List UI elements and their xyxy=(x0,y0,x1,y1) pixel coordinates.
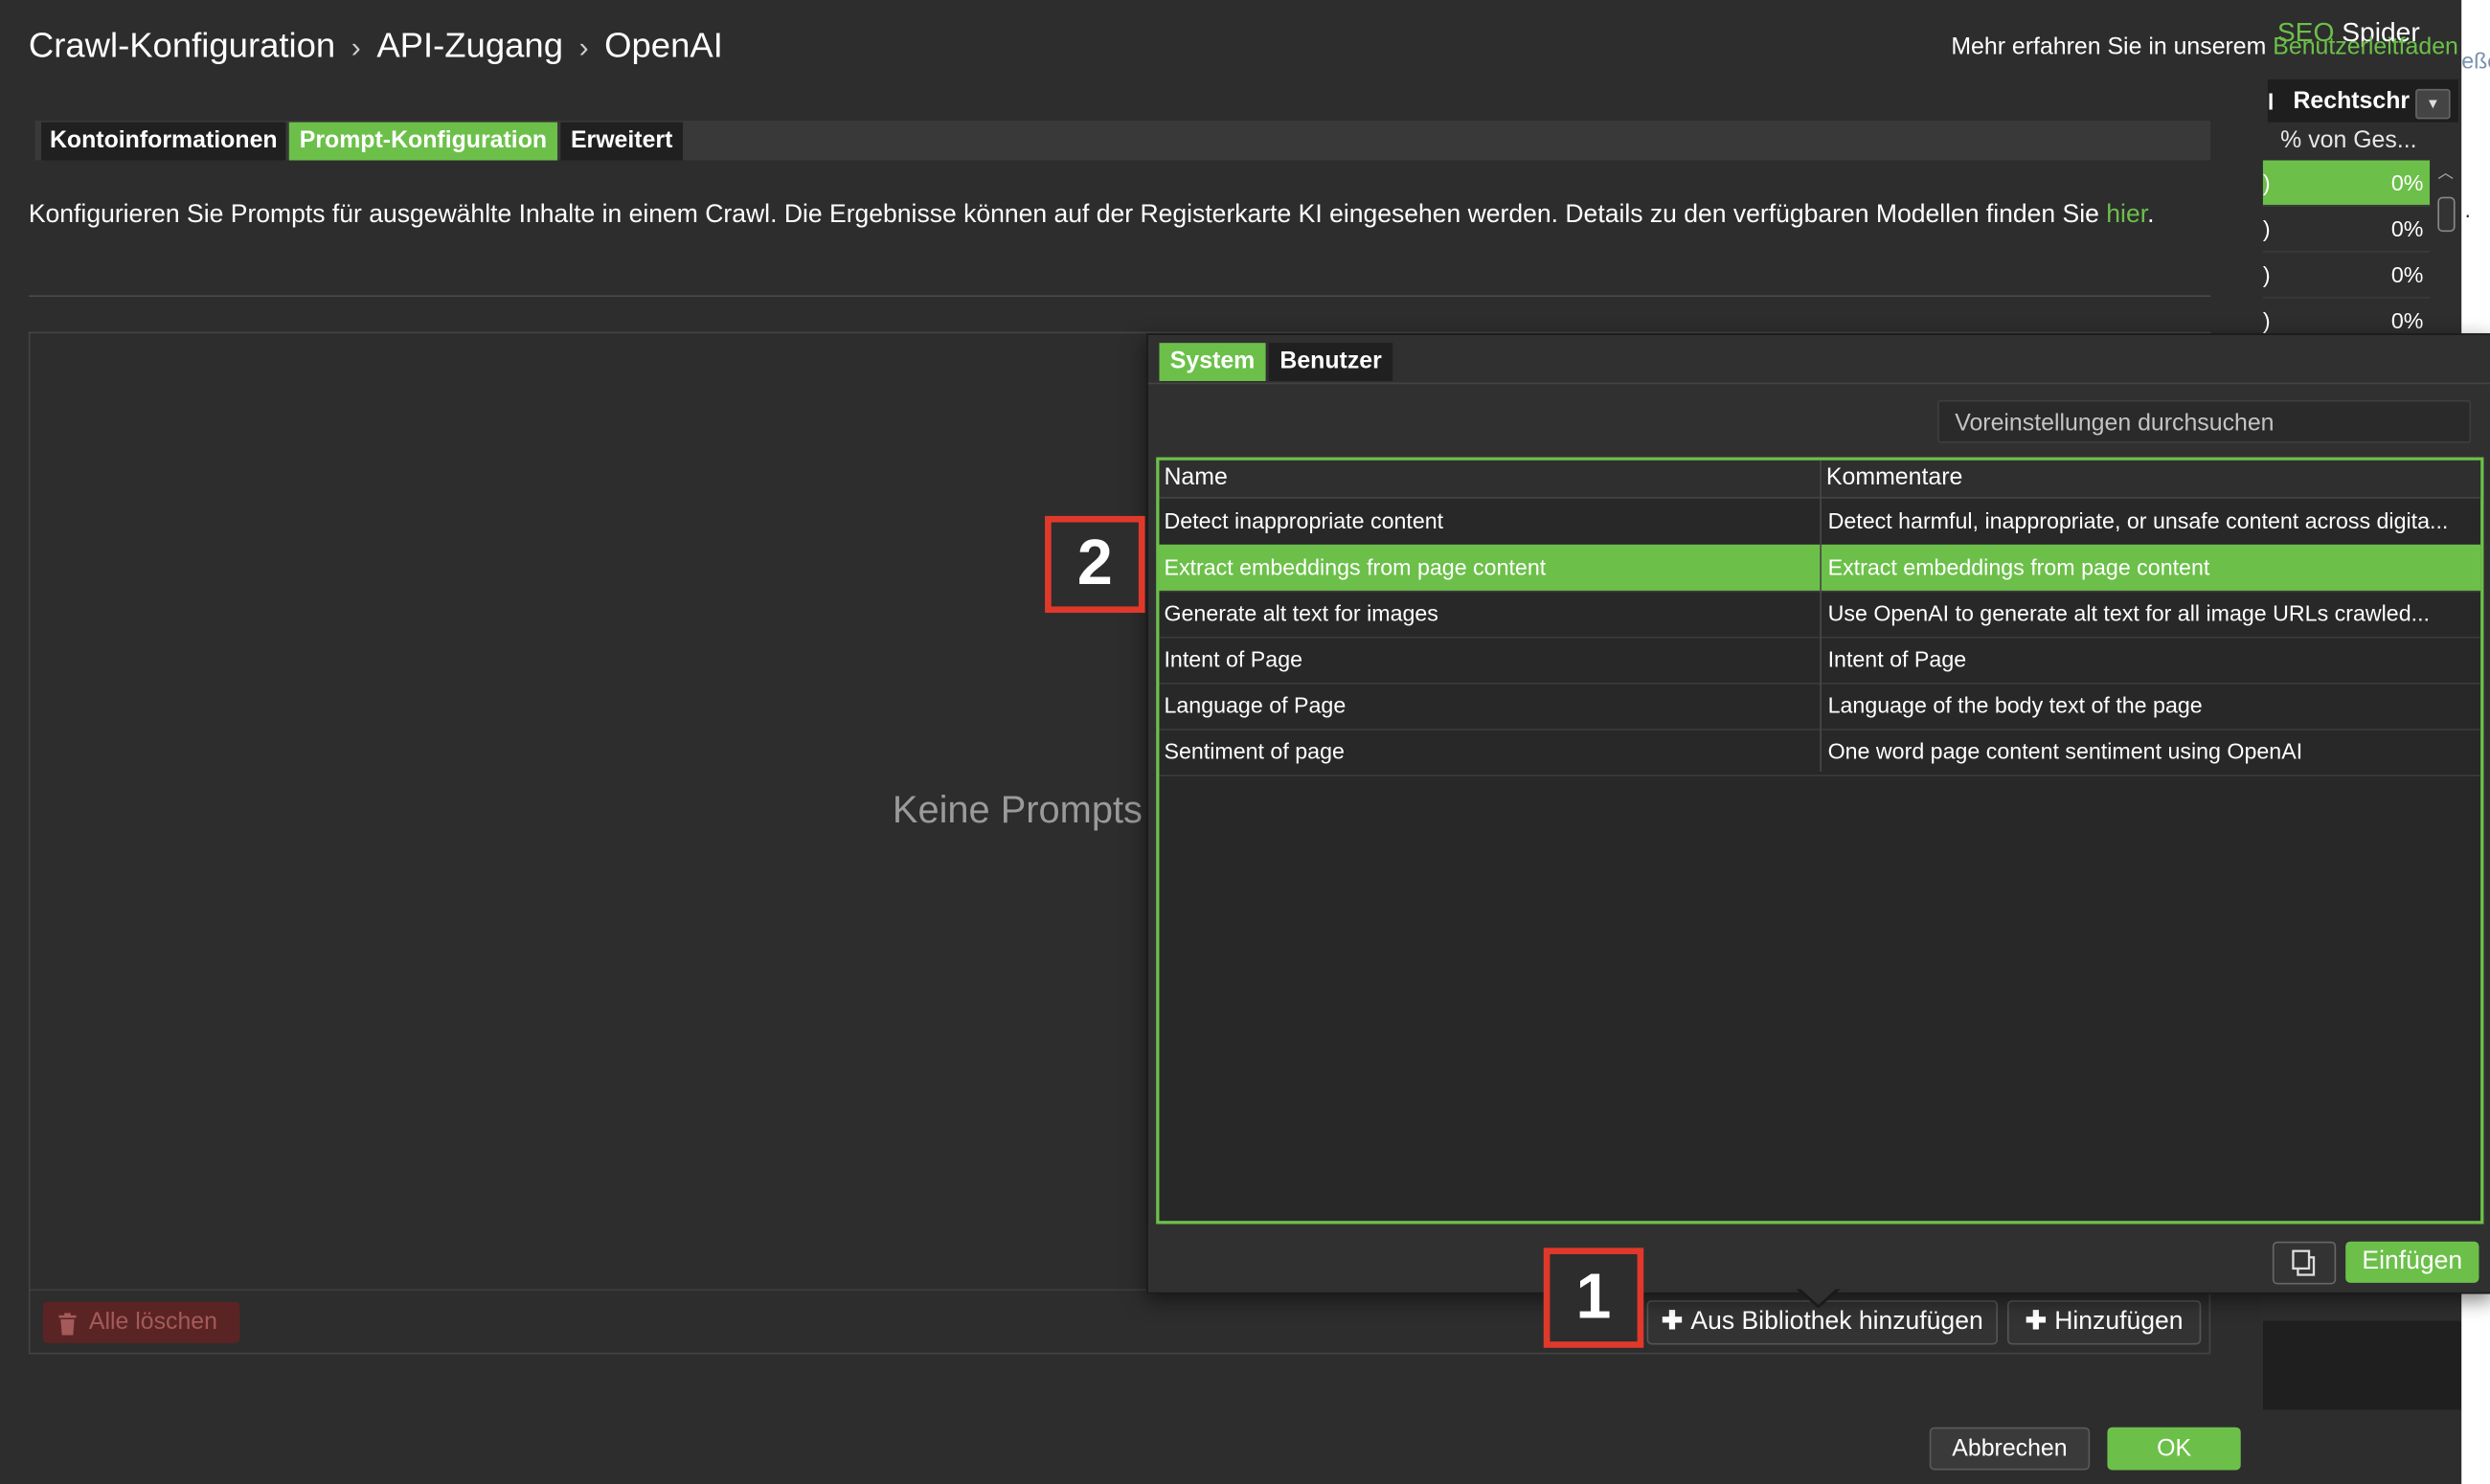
popup-footer: Einfügen xyxy=(1147,1226,2490,1293)
add-from-library-label: Aus Bibliothek hinzufügen xyxy=(1690,1308,1983,1336)
delete-all-button[interactable]: Alle löschen xyxy=(42,1301,240,1343)
popup-pointer-inner xyxy=(1799,1287,1838,1306)
column-separator xyxy=(1820,460,1822,772)
background-row[interactable]: ) 0% xyxy=(2262,207,2431,253)
background-column-subheader: % von Ges... xyxy=(2280,126,2417,154)
library-popup: System Benutzer Voreinstellungen durchsu… xyxy=(1146,333,2490,1294)
background-scrollbar[interactable]: ︿ xyxy=(2434,159,2456,254)
description: Konfigurieren Sie Prompts für ausgewählt… xyxy=(28,201,2155,229)
background-column-prefix: l xyxy=(2267,88,2275,115)
cancel-button[interactable]: Abbrechen xyxy=(1929,1427,2091,1471)
column-header-comments[interactable]: Kommentare xyxy=(1826,463,1962,490)
divider xyxy=(28,295,2211,298)
divider xyxy=(1147,382,2490,385)
preset-table: Name Kommentare Detect inappropriate con… xyxy=(1156,457,2484,1225)
tab-bar: Kontoinformationen Prompt-Konfiguration … xyxy=(34,121,2211,161)
preset-search-input[interactable]: Voreinstellungen durchsuchen xyxy=(1937,399,2472,443)
breadcrumb-item-current: OpenAI xyxy=(604,25,723,65)
background-row[interactable]: ) 0% xyxy=(2262,253,2431,299)
annotation-marker-1: 1 xyxy=(1543,1248,1644,1348)
tab-advanced[interactable]: Erweitert xyxy=(560,122,684,161)
column-header-name[interactable]: Name xyxy=(1164,463,1227,490)
help-text: Mehr erfahren Sie in unserem Benutzerlei… xyxy=(1951,33,2458,61)
background-column-header[interactable]: l Rechtschr ▼ xyxy=(2267,79,2458,123)
tab-user[interactable]: Benutzer xyxy=(1268,343,1393,381)
background-row[interactable]: ) 0% xyxy=(2262,160,2431,207)
dropdown-arrow-icon[interactable]: ▼ xyxy=(2415,88,2451,120)
background-panel-bottom xyxy=(2262,1320,2462,1410)
breadcrumb-separator: › xyxy=(578,32,589,64)
annotation-marker-2: 2 xyxy=(1045,515,1145,614)
copy-icon xyxy=(2292,1249,2316,1276)
truncated-dot: . xyxy=(2464,196,2471,223)
add-button[interactable]: ✚ Hinzufügen xyxy=(2006,1300,2202,1345)
scroll-up-icon[interactable]: ︿ xyxy=(2437,159,2454,182)
user-guide-link[interactable]: Benutzerleitfaden xyxy=(2273,34,2458,60)
plus-icon: ✚ xyxy=(2025,1308,2047,1336)
tab-prompt-configuration[interactable]: Prompt-Konfiguration xyxy=(288,122,558,161)
add-label: Hinzufügen xyxy=(2054,1308,2184,1336)
breadcrumb-item: Crawl-Konfiguration xyxy=(28,25,336,65)
breadcrumb: Crawl-Konfiguration › API-Zugang › OpenAI xyxy=(29,26,723,67)
tab-account-info[interactable]: Kontoinformationen xyxy=(41,122,286,161)
insert-button[interactable]: Einfügen xyxy=(2345,1241,2479,1283)
copy-button[interactable] xyxy=(2272,1241,2337,1285)
breadcrumb-item: API-Zugang xyxy=(376,25,564,65)
scrollbar-thumb[interactable] xyxy=(2437,196,2456,233)
models-link[interactable]: hier xyxy=(2106,202,2147,229)
empty-state-text: Keine Prompts xyxy=(892,789,1143,832)
plus-icon: ✚ xyxy=(1661,1308,1684,1336)
truncated-text: eße xyxy=(2461,47,2490,74)
background-column-label: Rechtschr xyxy=(2293,87,2411,115)
delete-all-label: Alle löschen xyxy=(88,1308,217,1336)
breadcrumb-separator: › xyxy=(351,32,361,64)
tab-system[interactable]: System xyxy=(1159,343,1266,381)
ok-button[interactable]: OK xyxy=(2107,1427,2241,1471)
trash-icon xyxy=(58,1313,77,1336)
